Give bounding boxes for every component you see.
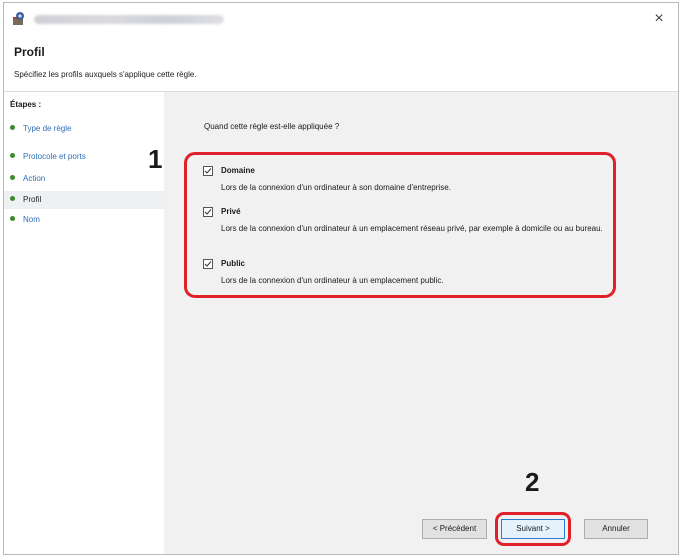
- previous-button[interactable]: < Précédent: [422, 519, 487, 539]
- step-bullet-icon: [10, 125, 15, 131]
- main-panel: Quand cette règle est-elle appliquée ? D…: [164, 92, 678, 554]
- cancel-button[interactable]: Annuler: [584, 519, 648, 539]
- public-checkbox[interactable]: [203, 259, 213, 269]
- sidebar-item-label: Profil: [23, 195, 42, 204]
- domaine-description: Lors de la connexion d'un ordinateur à s…: [221, 183, 451, 192]
- close-button[interactable]: ×: [646, 7, 672, 31]
- steps-sidebar: Étapes : Type de règle Protocole et port…: [4, 92, 164, 554]
- check-icon: [204, 261, 212, 267]
- prive-description: Lors de la connexion d'un ordinateur à u…: [221, 224, 603, 233]
- prive-checkbox[interactable]: [203, 207, 213, 217]
- firewall-app-icon: [12, 11, 26, 27]
- domaine-label[interactable]: Domaine: [221, 166, 255, 175]
- option-domaine: Domaine Lors de la connexion d'un ordina…: [203, 165, 603, 193]
- next-button-highlight: [495, 512, 571, 546]
- sidebar-item-label: Type de règle: [23, 124, 72, 133]
- annotation-step-2: 2: [525, 467, 540, 497]
- check-icon: [204, 209, 212, 215]
- page-title: Profil: [14, 45, 45, 59]
- option-public: Public Lors de la connexion d'un ordinat…: [203, 258, 603, 286]
- public-label[interactable]: Public: [221, 259, 245, 268]
- title-bar: ×: [4, 3, 678, 37]
- question-label: Quand cette règle est-elle appliquée ?: [204, 122, 340, 131]
- prive-label[interactable]: Privé: [221, 207, 241, 216]
- sidebar-item-nom[interactable]: Nom: [4, 211, 164, 229]
- sidebar-item-type-de-regle[interactable]: Type de règle: [4, 120, 164, 138]
- domaine-checkbox[interactable]: [203, 166, 213, 176]
- window-title-blurred: [34, 15, 224, 24]
- wizard-window: × Profil Spécifiez les profils auxquels …: [3, 2, 679, 555]
- sidebar-item-action[interactable]: Action: [4, 170, 164, 188]
- step-bullet-icon: [10, 153, 15, 159]
- public-description: Lors de la connexion d'un ordinateur à u…: [221, 276, 444, 285]
- profile-options-highlight: Domaine Lors de la connexion d'un ordina…: [184, 152, 616, 298]
- steps-heading: Étapes :: [10, 100, 42, 109]
- step-bullet-icon: [10, 196, 15, 202]
- step-bullet-icon: [10, 216, 15, 222]
- step-bullet-icon: [10, 175, 15, 181]
- option-prive: Privé Lors de la connexion d'un ordinate…: [203, 206, 603, 234]
- sidebar-item-protocole-et-ports[interactable]: Protocole et ports: [4, 148, 164, 166]
- sidebar-item-profil[interactable]: Profil: [4, 191, 164, 209]
- annotation-step-1: 1: [148, 144, 163, 174]
- sidebar-item-label: Action: [23, 174, 46, 183]
- sidebar-item-label: Nom: [23, 215, 40, 224]
- page-subtitle: Spécifiez les profils auxquels s'appliqu…: [14, 70, 197, 79]
- check-icon: [204, 168, 212, 174]
- sidebar-item-label: Protocole et ports: [23, 152, 86, 161]
